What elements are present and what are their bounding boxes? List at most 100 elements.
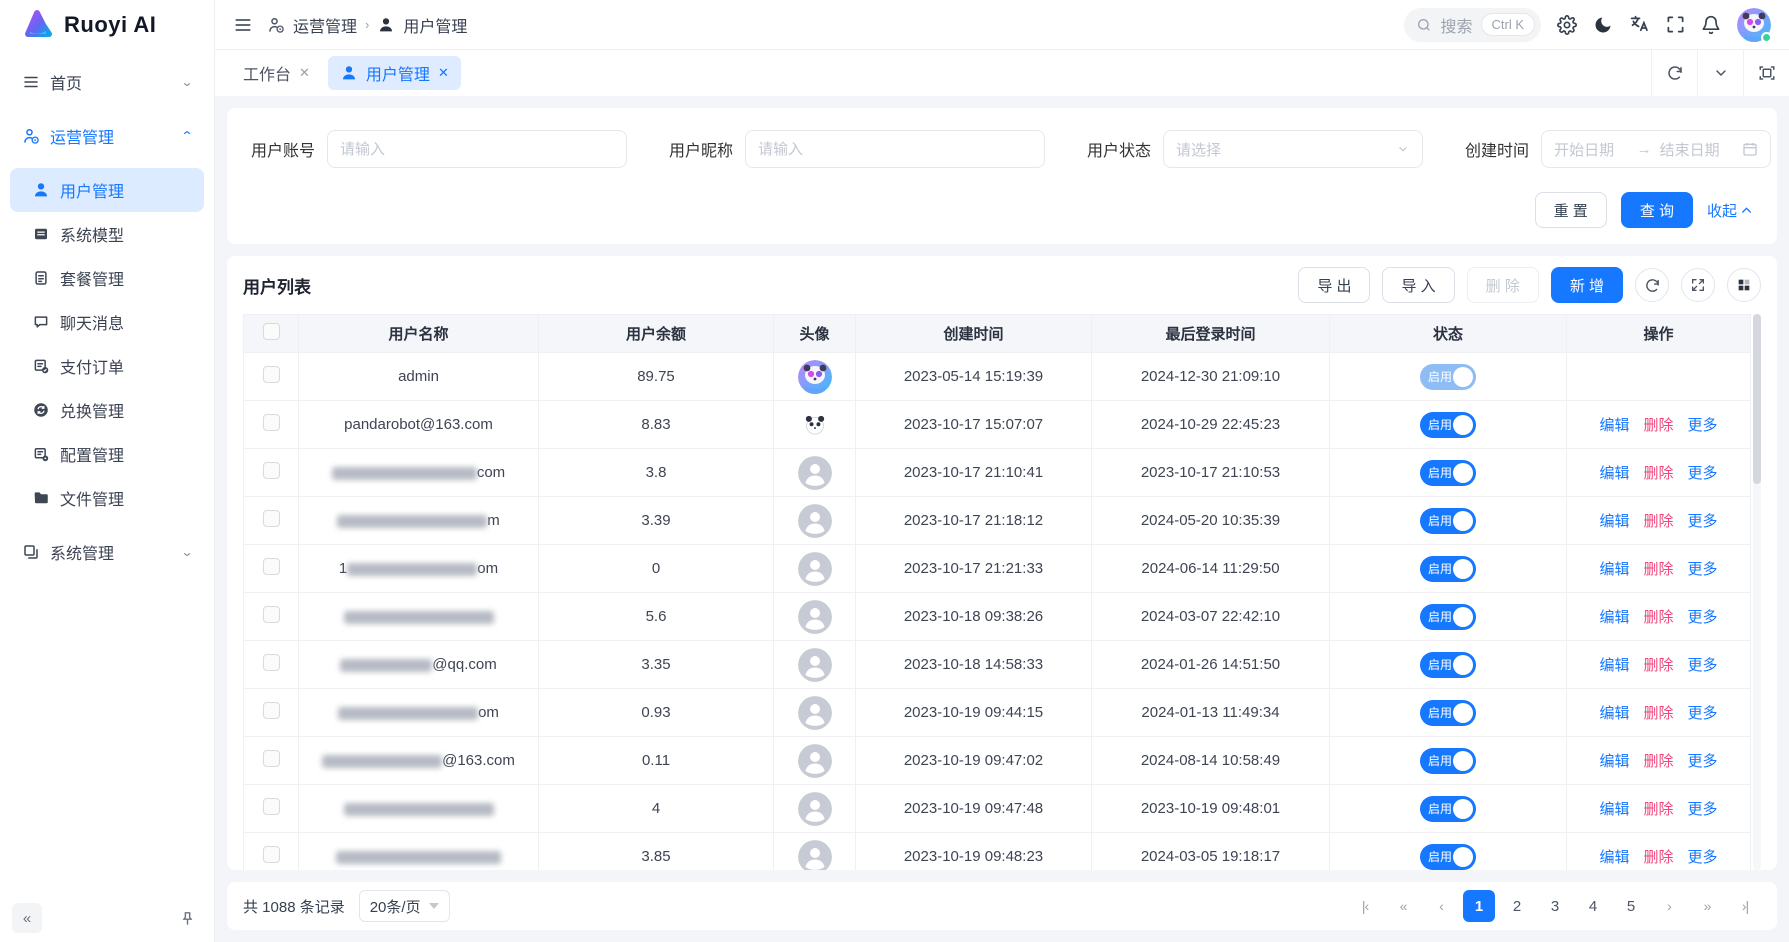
edit-link[interactable]: 编辑 <box>1599 846 1629 867</box>
page-button-1[interactable]: 1 <box>1463 890 1495 922</box>
select-all-checkbox[interactable] <box>263 323 280 340</box>
delete-link[interactable]: 删除 <box>1643 558 1673 579</box>
translate-icon[interactable] <box>1629 14 1650 35</box>
tab-workbench[interactable]: 工作台 ✕ <box>231 56 322 90</box>
page-button-2[interactable]: 2 <box>1501 890 1533 922</box>
sidebar-item-1-group[interactable]: 运营管理⌃ <box>10 114 204 158</box>
row-checkbox[interactable] <box>263 558 280 575</box>
row-checkbox[interactable] <box>263 654 280 671</box>
edit-link[interactable]: 编辑 <box>1599 750 1629 771</box>
status-toggle[interactable]: 启用 <box>1420 748 1476 774</box>
tab-user-management[interactable]: 用户管理 ✕ <box>328 56 461 90</box>
close-icon[interactable]: ✕ <box>438 65 449 81</box>
nickname-input[interactable] <box>745 130 1045 168</box>
page-prev-button[interactable]: ‹ <box>1425 890 1457 922</box>
edit-link[interactable]: 编辑 <box>1599 510 1629 531</box>
global-search[interactable]: 搜索 Ctrl K <box>1404 8 1541 42</box>
page-button-4[interactable]: 4 <box>1577 890 1609 922</box>
breadcrumb-item-operations[interactable]: 运营管理 <box>293 13 357 37</box>
page-prev-group-button[interactable]: « <box>1387 890 1419 922</box>
more-link[interactable]: 更多 <box>1688 510 1718 531</box>
status-toggle[interactable]: 启用 <box>1420 652 1476 678</box>
sidebar-item-6-sub[interactable]: 支付订单 <box>10 344 204 388</box>
sidebar-item-10-group[interactable]: 系统管理⌄ <box>10 530 204 574</box>
sidebar-item-5-sub[interactable]: 聊天消息 <box>10 300 204 344</box>
status-toggle[interactable]: 启用 <box>1420 556 1476 582</box>
query-button[interactable]: 查 询 <box>1621 192 1693 228</box>
row-checkbox[interactable] <box>263 846 280 863</box>
sidebar-item-4-sub[interactable]: 套餐管理 <box>10 256 204 300</box>
page-next-button[interactable]: › <box>1653 890 1685 922</box>
page-button-3[interactable]: 3 <box>1539 890 1571 922</box>
delete-button[interactable]: 删 除 <box>1467 267 1539 303</box>
status-toggle[interactable]: 启用 <box>1420 412 1476 438</box>
fullscreen-icon[interactable] <box>1666 15 1685 34</box>
sidebar-item-0-group[interactable]: 首页⌄ <box>10 60 204 104</box>
more-link[interactable]: 更多 <box>1688 558 1718 579</box>
column-settings-grid-icon[interactable] <box>1727 268 1761 302</box>
more-link[interactable]: 更多 <box>1688 462 1718 483</box>
delete-link[interactable]: 删除 <box>1643 798 1673 819</box>
table-scrollbar[interactable] <box>1753 314 1761 870</box>
chevron-down-icon[interactable] <box>1697 50 1743 96</box>
edit-link[interactable]: 编辑 <box>1599 798 1629 819</box>
collapse-filter-link[interactable]: 收起 <box>1707 200 1753 221</box>
status-toggle[interactable]: 启用 <box>1420 460 1476 486</box>
page-last-button[interactable]: ›| <box>1729 890 1761 922</box>
row-checkbox[interactable] <box>263 750 280 767</box>
edit-link[interactable]: 编辑 <box>1599 462 1629 483</box>
expand-table-icon[interactable] <box>1681 268 1715 302</box>
breadcrumb-item-users[interactable]: 用户管理 <box>403 13 467 37</box>
edit-link[interactable]: 编辑 <box>1599 702 1629 723</box>
edit-link[interactable]: 编辑 <box>1599 654 1629 675</box>
status-toggle[interactable]: 启用 <box>1420 508 1476 534</box>
more-link[interactable]: 更多 <box>1688 654 1718 675</box>
delete-link[interactable]: 删除 <box>1643 750 1673 771</box>
hamburger-icon[interactable] <box>233 15 253 35</box>
status-toggle[interactable]: 启用 <box>1420 700 1476 726</box>
close-icon[interactable]: ✕ <box>299 65 310 81</box>
date-range-picker[interactable]: 开始日期 → 结束日期 <box>1541 130 1771 168</box>
reset-button[interactable]: 重 置 <box>1535 192 1607 228</box>
notifications-bell-icon[interactable] <box>1701 15 1721 35</box>
delete-link[interactable]: 删除 <box>1643 606 1673 627</box>
import-button[interactable]: 导 入 <box>1382 267 1454 303</box>
edit-link[interactable]: 编辑 <box>1599 558 1629 579</box>
status-toggle[interactable]: 启用 <box>1420 364 1476 390</box>
more-link[interactable]: 更多 <box>1688 414 1718 435</box>
account-input[interactable] <box>327 130 627 168</box>
delete-link[interactable]: 删除 <box>1643 510 1673 531</box>
sidebar-item-2-sub[interactable]: 用户管理 <box>10 168 204 212</box>
status-toggle[interactable]: 启用 <box>1420 796 1476 822</box>
delete-link[interactable]: 删除 <box>1643 702 1673 723</box>
refresh-table-icon[interactable] <box>1635 268 1669 302</box>
refresh-tab-icon[interactable] <box>1651 50 1697 96</box>
page-next-group-button[interactable]: » <box>1691 890 1723 922</box>
delete-link[interactable]: 删除 <box>1643 414 1673 435</box>
row-checkbox[interactable] <box>263 414 280 431</box>
row-checkbox[interactable] <box>263 462 280 479</box>
add-button[interactable]: 新 增 <box>1551 267 1623 303</box>
user-avatar[interactable] <box>1737 8 1771 42</box>
row-checkbox[interactable] <box>263 702 280 719</box>
sidebar-pin-icon[interactable] <box>172 903 202 933</box>
sidebar-item-7-sub[interactable]: 兑换管理 <box>10 388 204 432</box>
more-link[interactable]: 更多 <box>1688 606 1718 627</box>
page-first-button[interactable]: |‹ <box>1349 890 1381 922</box>
status-select[interactable]: 请选择 <box>1163 130 1423 168</box>
row-checkbox[interactable] <box>263 366 280 383</box>
row-checkbox[interactable] <box>263 798 280 815</box>
app-logo[interactable]: Ruoyi AI <box>0 0 214 50</box>
more-link[interactable]: 更多 <box>1688 702 1718 723</box>
delete-link[interactable]: 删除 <box>1643 462 1673 483</box>
delete-link[interactable]: 删除 <box>1643 846 1673 867</box>
export-button[interactable]: 导 出 <box>1298 267 1370 303</box>
more-link[interactable]: 更多 <box>1688 798 1718 819</box>
status-toggle[interactable]: 启用 <box>1420 844 1476 870</box>
sidebar-collapse-button[interactable]: « <box>12 903 42 933</box>
status-toggle[interactable]: 启用 <box>1420 604 1476 630</box>
sidebar-item-9-sub[interactable]: 文件管理 <box>10 476 204 520</box>
sidebar-item-8-sub[interactable]: 配置管理 <box>10 432 204 476</box>
settings-gear-icon[interactable] <box>1557 15 1577 35</box>
maximize-content-icon[interactable] <box>1743 50 1789 96</box>
